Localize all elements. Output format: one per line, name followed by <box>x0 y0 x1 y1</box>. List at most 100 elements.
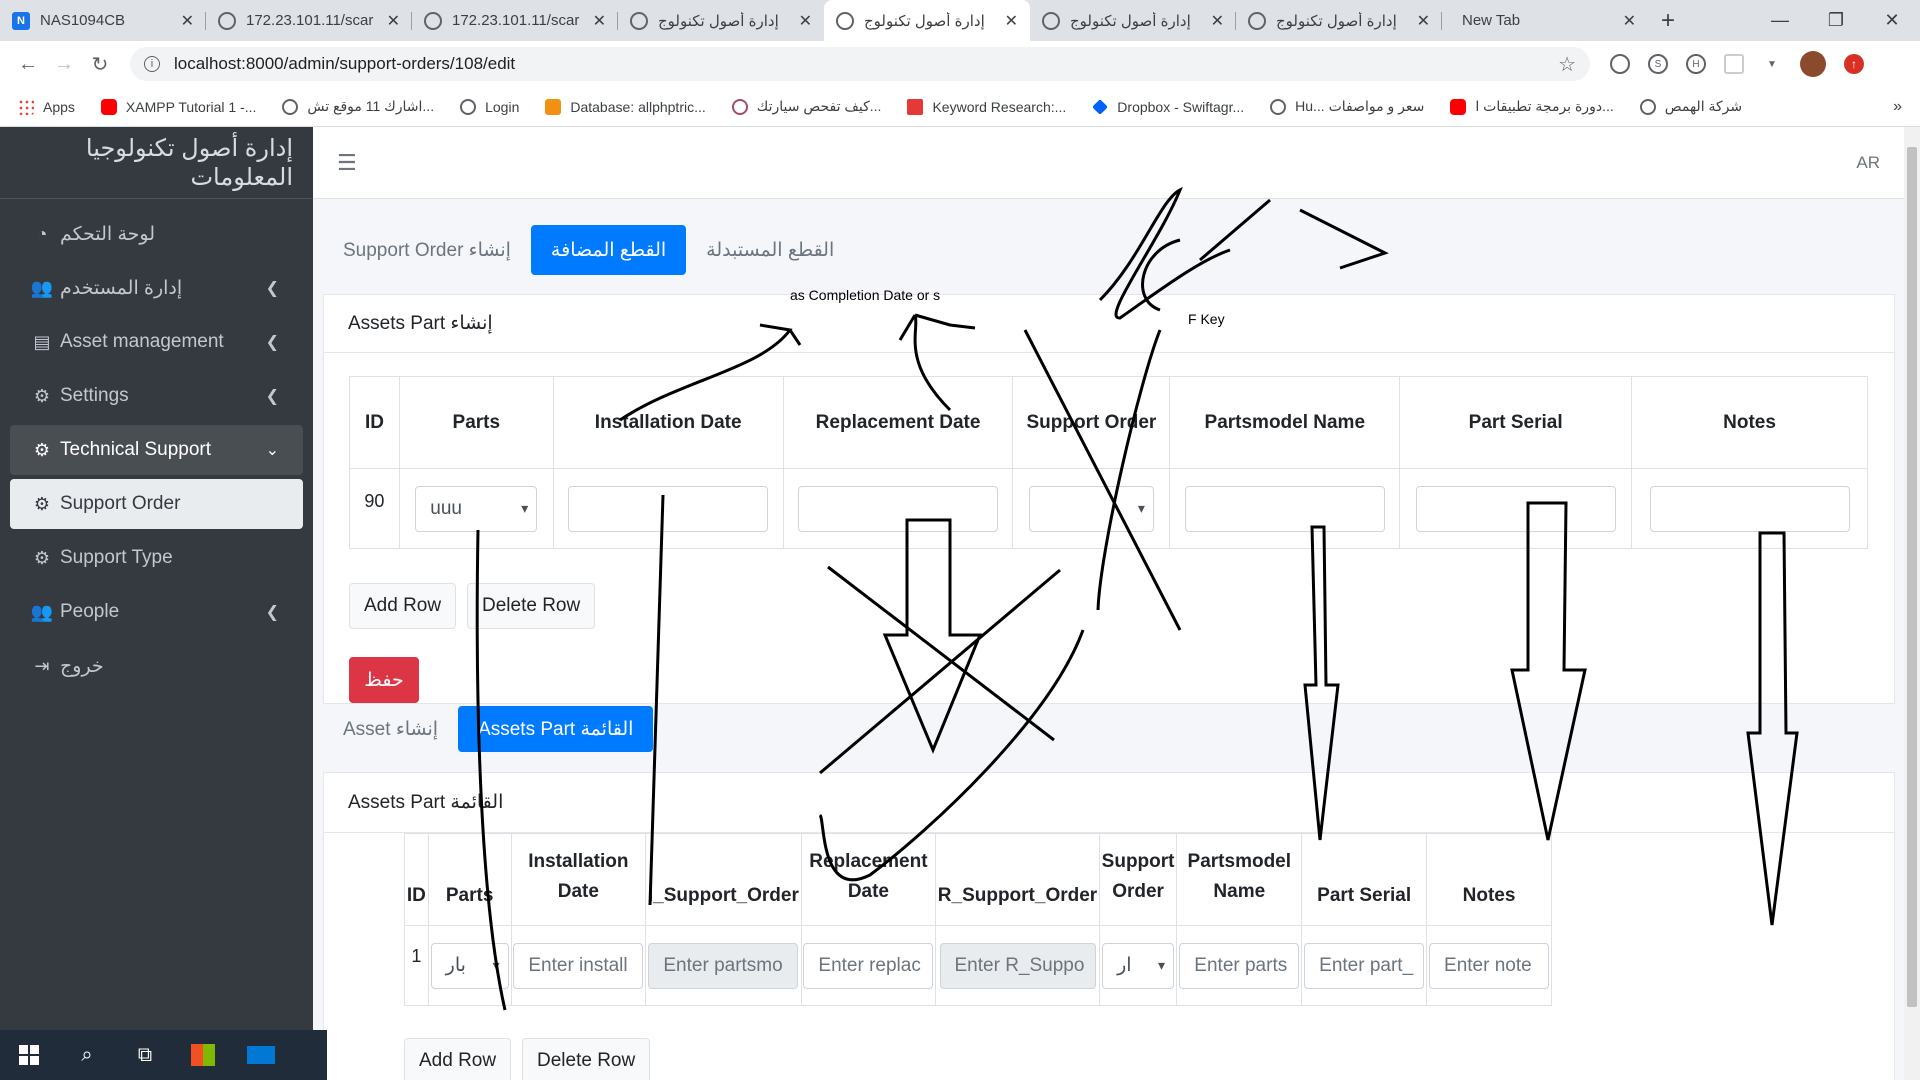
apps-grid-icon <box>18 98 34 115</box>
delete-row-button[interactable]: Delete Row <box>467 583 596 629</box>
mail-icon[interactable] <box>232 1030 290 1080</box>
globe-icon <box>460 98 477 115</box>
address-bar-row: ← → ↻ i localhost:8000/admin/support-ord… <box>0 41 1920 87</box>
partsmodel-name-input[interactable] <box>1184 485 1385 532</box>
task-view-icon[interactable]: ⧉ <box>116 1030 174 1080</box>
maximize-icon[interactable]: ❐ <box>1808 0 1864 41</box>
url-text[interactable]: localhost:8000/admin/support-orders/108/… <box>174 54 1558 74</box>
update-icon[interactable]: ↑ <box>1844 54 1864 74</box>
delete-row-button[interactable]: Delete Row <box>522 1038 651 1080</box>
browser-tab[interactable]: إدارة أصول تكنولوج ✕ <box>618 0 824 41</box>
vpn-icon[interactable]: ▼ <box>1762 54 1782 74</box>
close-icon[interactable]: ✕ <box>181 11 194 31</box>
extension-h-icon[interactable]: H <box>1686 54 1706 74</box>
parts-select[interactable]: uuu <box>415 485 538 532</box>
part-serial-input[interactable] <box>1415 485 1616 532</box>
notes-input[interactable] <box>1649 485 1850 532</box>
page-scrollbar[interactable] <box>1904 127 1920 1080</box>
sidebar-item-dashboard[interactable]: ◔ لوحة التحكم <box>10 209 303 259</box>
browser-tab[interactable]: إدارة أصول تكنولوج ✕ <box>1236 0 1442 41</box>
bookmark[interactable]: Login <box>460 98 519 115</box>
support-order-select[interactable]: ار <box>1102 942 1175 989</box>
sidebar-item-settings[interactable]: ⚙ Settings ❮ <box>10 371 303 421</box>
browser-tab[interactable]: New Tab ✕ <box>1442 0 1648 41</box>
close-icon[interactable]: ✕ <box>1211 11 1224 31</box>
column-header: Support Order <box>1098 833 1178 926</box>
add-row-button[interactable]: Add Row <box>349 583 457 629</box>
browser-tab[interactable]: 172.23.101.11/scar ✕ <box>206 0 412 41</box>
language-switch[interactable]: AR <box>1856 153 1880 173</box>
tab-create-asset[interactable]: Asset إنشاء <box>323 706 458 752</box>
tab-create-support-order[interactable]: Support Order إنشاء <box>323 225 531 275</box>
close-icon[interactable]: ✕ <box>1623 11 1636 31</box>
bookmark[interactable]: Hu... سعر و مواصفات <box>1270 98 1424 115</box>
bookmark[interactable]: Dropbox - Swiftagr... <box>1092 99 1244 115</box>
store-icon[interactable] <box>174 1030 232 1080</box>
close-icon[interactable]: ✕ <box>387 11 400 31</box>
bookmark[interactable]: XAMPP Tutorial 1 -... <box>100 98 256 115</box>
sidebar-item-technical-support[interactable]: ⚙ Technical Support ⌄ <box>10 425 303 475</box>
search-icon[interactable]: ⌕ <box>58 1030 116 1080</box>
browser-tab[interactable]: إدارة أصول تكنولوج ✕ <box>1030 0 1236 41</box>
browser-tab[interactable]: N NAS1094CB ✕ <box>0 0 206 41</box>
bookmark[interactable]: كيف تفحص سيارتك... <box>731 98 881 115</box>
start-button[interactable] <box>0 1030 58 1080</box>
bookmark[interactable]: دورة برمجة تطبيقات ا... <box>1450 98 1614 115</box>
part-serial-input[interactable]: Enter part_ <box>1304 942 1425 989</box>
tab-replaced-parts[interactable]: القطع المستبدلة <box>686 225 854 275</box>
info-icon[interactable]: i <box>144 56 160 72</box>
url-bar[interactable]: i localhost:8000/admin/support-orders/10… <box>130 47 1590 81</box>
installation-date-input[interactable]: Enter install <box>513 942 644 989</box>
chevron-down-icon: ⌄ <box>265 442 279 459</box>
tab-assets-part-list[interactable]: Assets Part القائمة <box>458 706 654 752</box>
replacement-date-input[interactable] <box>798 485 999 532</box>
extension-icon[interactable] <box>1610 54 1630 74</box>
sidebar-item-people[interactable]: 👥 People ❮ <box>10 587 303 637</box>
sidebar-item-asset-management[interactable]: ▤ Asset management ❮ <box>10 317 303 367</box>
save-button[interactable]: حفظ <box>349 657 419 703</box>
new-tab-button[interactable]: + <box>1648 0 1688 41</box>
installation-date-input[interactable] <box>568 485 769 532</box>
bookmarks-more-button[interactable]: » <box>1893 98 1902 116</box>
bookmark[interactable]: شركة الهمص <box>1639 98 1742 115</box>
partsmodel-name-input[interactable]: Enter parts <box>1179 942 1300 989</box>
extension-icon[interactable] <box>1724 54 1744 74</box>
notes-input[interactable]: Enter note <box>1429 942 1550 989</box>
tab-added-parts[interactable]: القطع المضافة <box>530 225 687 275</box>
add-row-button[interactable]: Add Row <box>404 1038 512 1080</box>
skype-icon[interactable]: S <box>1648 54 1668 74</box>
browser-tab-active[interactable]: إدارة أصول تكنولوج ✕ <box>824 0 1030 41</box>
sidebar-item-user-management[interactable]: 👥 إدارة المستخدم ❮ <box>10 263 303 313</box>
scrollbar-thumb[interactable] <box>1907 147 1917 1007</box>
bookmark[interactable]: اشارك 11 موقع تش... <box>282 98 434 115</box>
gears-icon: ⚙ <box>33 493 51 514</box>
windows-taskbar: ⌕ ⧉ <box>0 1030 327 1080</box>
back-icon[interactable]: ← <box>10 53 46 76</box>
reload-icon[interactable]: ↻ <box>82 52 118 77</box>
profile-avatar[interactable] <box>1800 51 1826 77</box>
close-icon[interactable]: ✕ <box>1417 11 1430 31</box>
bookmark[interactable]: Keyword Research:... <box>907 98 1066 115</box>
browser-tab[interactable]: 172.23.101.11/scar ✕ <box>412 0 618 41</box>
close-icon[interactable]: ✕ <box>593 11 606 31</box>
bookmark-star-icon[interactable]: ☆ <box>1558 52 1576 77</box>
close-window-icon[interactable]: ✕ <box>1864 0 1920 41</box>
sidebar-item-support-order[interactable]: ⚙ Support Order <box>10 479 303 529</box>
close-icon[interactable]: ✕ <box>799 11 812 31</box>
bookmark-apps[interactable]: Apps <box>18 98 75 115</box>
column-header: Partsmodel Name <box>1176 833 1303 926</box>
brand-title[interactable]: إدارة أصول تكنولوجيا المعلومات <box>0 127 313 199</box>
sidebar: إدارة أصول تكنولوجيا المعلومات ◔ لوحة الت… <box>0 127 313 1080</box>
top-navbar: ☰ AR <box>313 127 1904 199</box>
close-icon[interactable]: ✕ <box>1005 11 1018 31</box>
sidebar-item-logout[interactable]: ⇥ خروج <box>10 641 303 691</box>
chevron-left-icon: ❮ <box>265 280 279 297</box>
parts-select[interactable]: بار <box>430 942 509 989</box>
replacement-date-input[interactable]: Enter replac <box>803 942 934 989</box>
forward-icon[interactable]: → <box>46 53 82 76</box>
minimize-icon[interactable]: — <box>1752 0 1808 41</box>
sidebar-item-support-type[interactable]: ⚙ Support Type <box>10 533 303 583</box>
hamburger-menu-icon[interactable]: ☰ <box>337 150 357 176</box>
support-order-select[interactable] <box>1028 485 1154 532</box>
bookmark[interactable]: Database: allphptric... <box>545 98 706 115</box>
